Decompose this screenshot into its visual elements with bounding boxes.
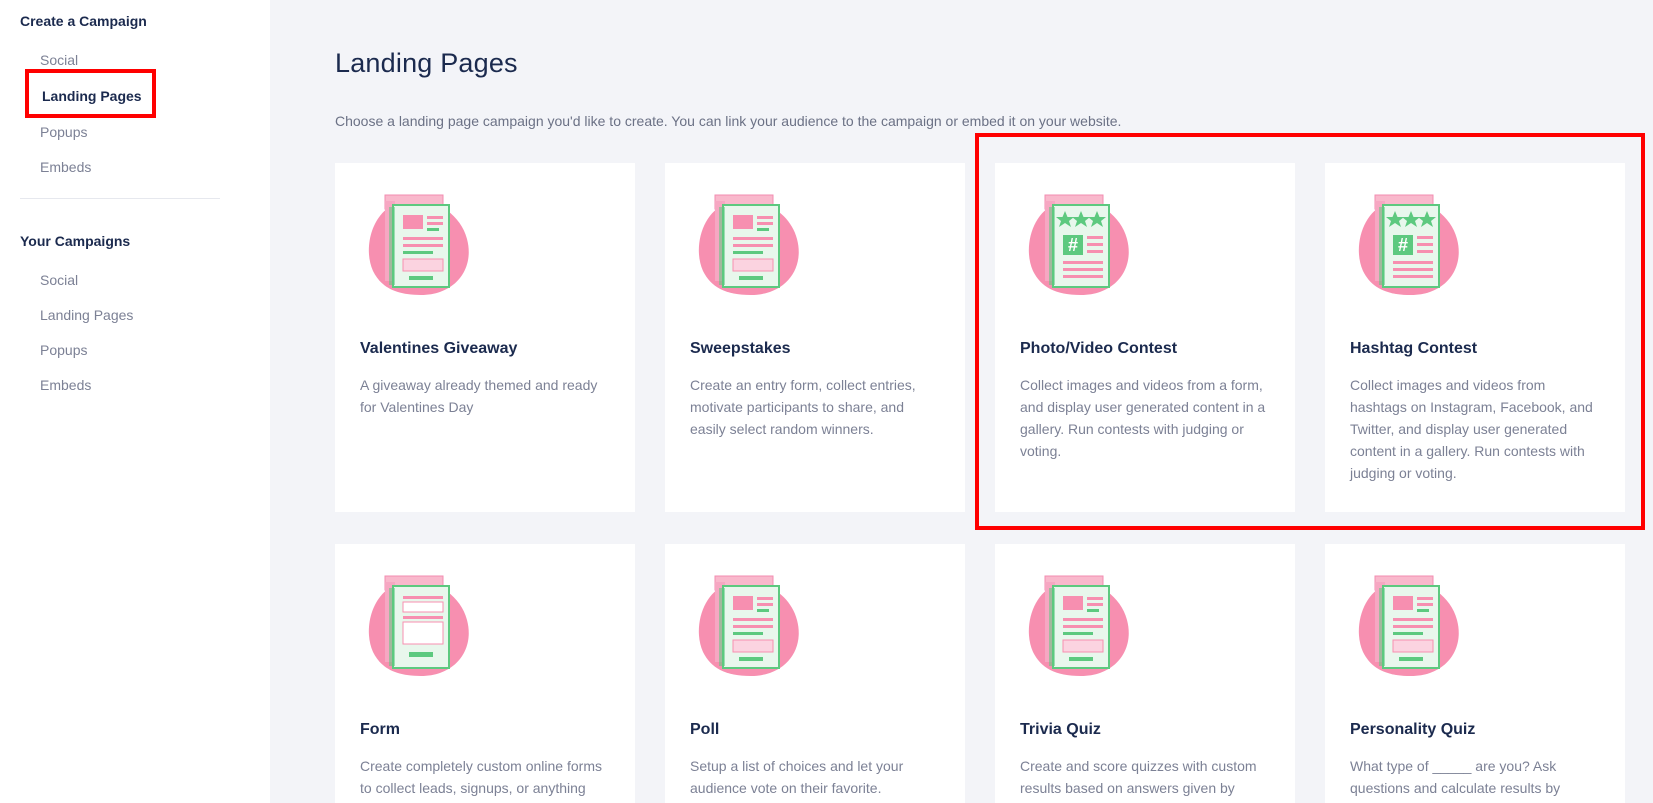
card-title: Photo/Video Contest bbox=[1020, 340, 1178, 357]
card-sweepstakes[interactable]: Sweepstakes Create an entry form, collec… bbox=[665, 163, 965, 512]
sidebar-item-your-popups[interactable]: Popups bbox=[40, 342, 87, 358]
svg-text:#: # bbox=[1068, 235, 1078, 255]
sidebar-item-your-social[interactable]: Social bbox=[40, 272, 78, 288]
card-form[interactable]: Form Create completely custom online for… bbox=[335, 544, 635, 803]
card-description: Collect images and videos from hashtags … bbox=[1350, 377, 1593, 481]
sidebar-item-your-embeds[interactable]: Embeds bbox=[40, 377, 91, 393]
landing-page-illustration-icon bbox=[698, 575, 799, 676]
page-title: Landing Pages bbox=[335, 48, 518, 78]
landing-page-illustration-icon bbox=[698, 194, 799, 295]
sidebar-item-landing-pages[interactable]: Landing Pages bbox=[42, 88, 142, 104]
main-content: Landing Pages Choose a landing page camp… bbox=[270, 0, 1653, 803]
card-personality-quiz[interactable]: Personality Quiz What type of _____ are … bbox=[1325, 544, 1625, 803]
card-poll[interactable]: Poll Setup a list of choices and let you… bbox=[665, 544, 965, 803]
card-hashtag-contest[interactable]: # Hashtag Contest Collect images and vid… bbox=[1325, 163, 1625, 512]
sidebar-divider bbox=[20, 198, 220, 199]
card-description: Collect images and videos from a form, a… bbox=[1020, 377, 1266, 459]
your-campaigns-heading: Your Campaigns bbox=[20, 233, 131, 249]
landing-page-illustration-icon bbox=[1358, 575, 1459, 676]
card-trivia-quiz[interactable]: Trivia Quiz Create and score quizzes wit… bbox=[995, 544, 1295, 803]
card-title: Hashtag Contest bbox=[1350, 340, 1478, 357]
form-illustration-icon bbox=[368, 575, 469, 676]
card-description: Setup a list of choices and let your aud… bbox=[690, 758, 904, 796]
card-photo-video-contest[interactable]: # Photo/Video Contest Collect images and… bbox=[995, 163, 1295, 512]
hashtag-contest-illustration-icon: # bbox=[1028, 194, 1129, 295]
card-description: What type of _____ are you? Ask question… bbox=[1350, 758, 1561, 796]
sidebar-item-popups[interactable]: Popups bbox=[40, 124, 87, 140]
svg-text:#: # bbox=[1398, 235, 1408, 255]
landing-page-illustration-icon bbox=[1028, 575, 1129, 676]
sidebar-item-social[interactable]: Social bbox=[40, 52, 78, 68]
sidebar-item-your-landing-pages[interactable]: Landing Pages bbox=[40, 307, 133, 323]
hashtag-contest-illustration-icon: # bbox=[1358, 194, 1459, 295]
sidebar-item-embeds[interactable]: Embeds bbox=[40, 159, 91, 175]
card-description: A giveaway already themed and ready for … bbox=[360, 377, 598, 415]
card-description: Create and score quizzes with custom res… bbox=[1020, 758, 1257, 796]
card-title: Trivia Quiz bbox=[1020, 721, 1101, 738]
card-description: Create completely custom online forms to… bbox=[360, 758, 602, 796]
card-valentines-giveaway[interactable]: Valentines Giveaway A giveaway already t… bbox=[335, 163, 635, 512]
card-title: Personality Quiz bbox=[1350, 721, 1476, 738]
create-campaign-heading: Create a Campaign bbox=[20, 13, 147, 29]
sidebar: Create a Campaign Social Landing Pages P… bbox=[0, 0, 270, 803]
card-title: Poll bbox=[690, 721, 720, 738]
card-description: Create an entry form, collect entries, m… bbox=[690, 377, 916, 437]
card-title: Sweepstakes bbox=[690, 340, 791, 357]
card-title: Valentines Giveaway bbox=[360, 340, 518, 357]
page-subtitle: Choose a landing page campaign you'd lik… bbox=[335, 113, 1122, 129]
card-title: Form bbox=[360, 721, 400, 738]
landing-page-illustration-icon bbox=[368, 194, 469, 295]
